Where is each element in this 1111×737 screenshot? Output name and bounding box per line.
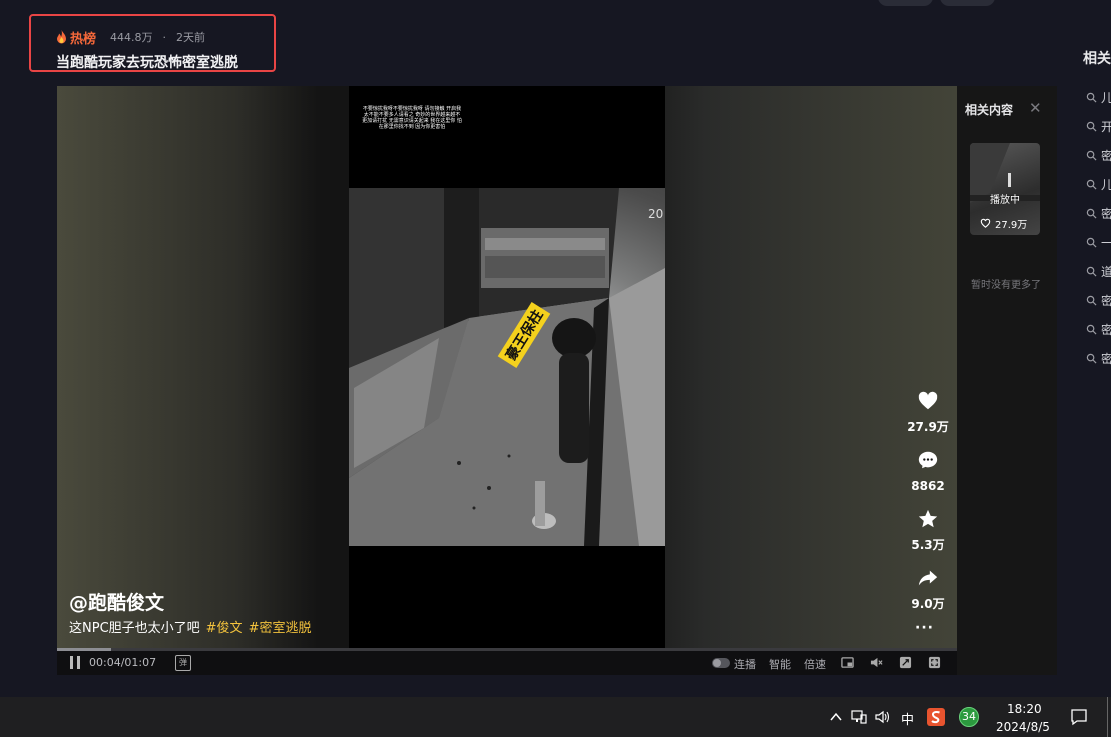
show-desktop-divider[interactable] xyxy=(1107,697,1108,737)
hashtag-link[interactable]: #俊文 xyxy=(206,621,243,636)
search-icon xyxy=(1086,179,1097,190)
clock-date[interactable]: 2024/8/5 xyxy=(996,720,1050,734)
search-icon xyxy=(1086,208,1097,219)
search-icon xyxy=(1086,324,1097,335)
search-icon xyxy=(1086,353,1097,364)
hot-info-row: 热榜 444.8万 · 2天前 xyxy=(56,28,206,47)
favorite-count: 5.3万 xyxy=(911,538,945,552)
top-button-1[interactable] xyxy=(878,0,933,6)
like-button[interactable]: 27.9万 xyxy=(895,390,961,435)
share-button[interactable]: 9.0万 xyxy=(895,567,961,612)
related-search-item[interactable]: 道 xyxy=(1086,263,1111,280)
playback-time: 00:04/01:07 xyxy=(89,656,157,669)
close-icon[interactable]: ✕ xyxy=(1029,99,1042,117)
player-controls: 00:04/01:07 弹 连播 智能 倍速 xyxy=(57,651,957,675)
sogou-input-icon[interactable] xyxy=(927,708,945,726)
cctv-timestamp: 20 xyxy=(648,207,664,221)
notification-icon[interactable] xyxy=(1070,708,1088,726)
related-search-text: 一 xyxy=(1101,236,1111,250)
related-content-panel: 相关内容 ✕ 播放中 27.9万 暂时没有更多了 xyxy=(957,86,1057,675)
comment-button[interactable]: 8862 xyxy=(895,449,961,494)
share-count: 9.0万 xyxy=(911,597,945,611)
related-search-text: 密 xyxy=(1101,294,1111,308)
playback-speed-button[interactable]: 倍速 xyxy=(804,656,826,672)
autoplay-toggle[interactable] xyxy=(712,658,730,668)
search-icon xyxy=(1086,237,1097,248)
no-more-text: 暂时没有更多了 xyxy=(971,280,1041,291)
search-icon xyxy=(1086,295,1097,306)
danmu-toggle-icon[interactable]: 弹 xyxy=(175,655,191,671)
volume-muted-icon[interactable] xyxy=(870,656,883,669)
related-search-text: 密 xyxy=(1101,207,1111,221)
posted-time: 2天前 xyxy=(176,31,206,44)
related-like-count: 27.9万 xyxy=(995,220,1028,231)
search-icon xyxy=(1086,266,1097,277)
fullscreen-icon[interactable] xyxy=(928,656,941,669)
picture-in-picture-icon[interactable] xyxy=(841,656,854,669)
related-search-item[interactable]: 一 xyxy=(1086,234,1111,251)
share-arrow-icon xyxy=(918,570,938,586)
security-badge-icon[interactable]: 34 xyxy=(959,707,979,727)
ime-indicator[interactable]: 中 xyxy=(901,709,914,728)
related-search-text: 密 xyxy=(1101,352,1111,366)
clock-time[interactable]: 18:20 xyxy=(1007,702,1042,716)
badge-count: 34 xyxy=(962,710,976,723)
windows-taskbar: 中 34 18:20 2024/8/5 xyxy=(0,697,1111,737)
video-player[interactable]: 不要惊扰我呀不要惊扰我呀 请勿接触 开启我太不能不要多人请看之 奇妙的世界越来越… xyxy=(57,86,1057,675)
hashtag-link[interactable]: #密室逃脱 xyxy=(249,621,312,636)
related-search-item[interactable]: 密 xyxy=(1086,147,1111,164)
smart-quality-button[interactable]: 智能 xyxy=(769,656,791,672)
related-search-title: 相关 xyxy=(1083,51,1111,67)
heart-icon xyxy=(918,391,938,410)
chevron-up-icon[interactable] xyxy=(830,711,842,723)
separator-dot: · xyxy=(162,30,167,44)
web-fullscreen-icon[interactable] xyxy=(899,656,912,669)
related-search-text: 密 xyxy=(1101,323,1111,337)
speaker-icon[interactable] xyxy=(875,709,891,725)
cctv-scene-drawing xyxy=(349,188,665,546)
now-playing-label: 播放中 xyxy=(990,195,1020,206)
comment-count: 8862 xyxy=(911,479,945,493)
star-icon xyxy=(918,509,938,528)
video-title[interactable]: 当跑酷玩家去玩恐怖密室逃脱 xyxy=(56,52,238,72)
search-icon xyxy=(1086,92,1097,103)
network-icon[interactable] xyxy=(851,709,867,725)
related-search-text: 儿 xyxy=(1101,178,1111,192)
related-search-item[interactable]: 儿 xyxy=(1086,89,1111,106)
search-icon xyxy=(1086,121,1097,132)
video-description: 这NPC胆子也太小了吧 #俊文 #密室逃脱 xyxy=(69,617,311,636)
related-search-item[interactable]: 密 xyxy=(1086,350,1111,367)
related-search-item[interactable]: 密 xyxy=(1086,292,1111,309)
related-search-text: 开 xyxy=(1101,120,1111,134)
caption-overlay: 不要惊扰我呀不要惊扰我呀 请勿接触 开启我太不能不要多人请看之 奇妙的世界越来越… xyxy=(362,106,462,130)
like-count: 27.9万 xyxy=(907,420,949,434)
favorite-button[interactable]: 5.3万 xyxy=(895,508,961,553)
related-search-item[interactable]: 儿 xyxy=(1086,176,1111,193)
comment-icon xyxy=(918,451,938,469)
related-search-text: 儿 xyxy=(1101,91,1111,105)
autoplay-label[interactable]: 连播 xyxy=(734,656,756,672)
related-search-item[interactable]: 密 xyxy=(1086,205,1111,222)
description-text: 这NPC胆子也太小了吧 xyxy=(69,621,200,636)
related-search-text: 道 xyxy=(1101,265,1111,279)
more-options-button[interactable]: ··· xyxy=(915,620,934,636)
related-search-item[interactable]: 开 xyxy=(1086,118,1111,135)
related-video-likes: 27.9万 xyxy=(980,216,1027,231)
related-search-item[interactable]: 密 xyxy=(1086,321,1111,338)
search-icon xyxy=(1086,150,1097,161)
author-name[interactable]: @跑酷俊文 xyxy=(69,588,164,615)
heart-outline-icon xyxy=(980,218,991,228)
related-search-text: 密 xyxy=(1101,149,1111,163)
hot-list-link[interactable]: 热榜 xyxy=(70,28,96,47)
view-count: 444.8万 xyxy=(110,31,153,44)
top-button-2[interactable] xyxy=(940,0,995,6)
related-panel-title: 相关内容 xyxy=(965,103,1014,117)
pause-button[interactable] xyxy=(70,656,81,669)
cctv-footage xyxy=(349,188,665,546)
flame-icon xyxy=(57,30,66,44)
